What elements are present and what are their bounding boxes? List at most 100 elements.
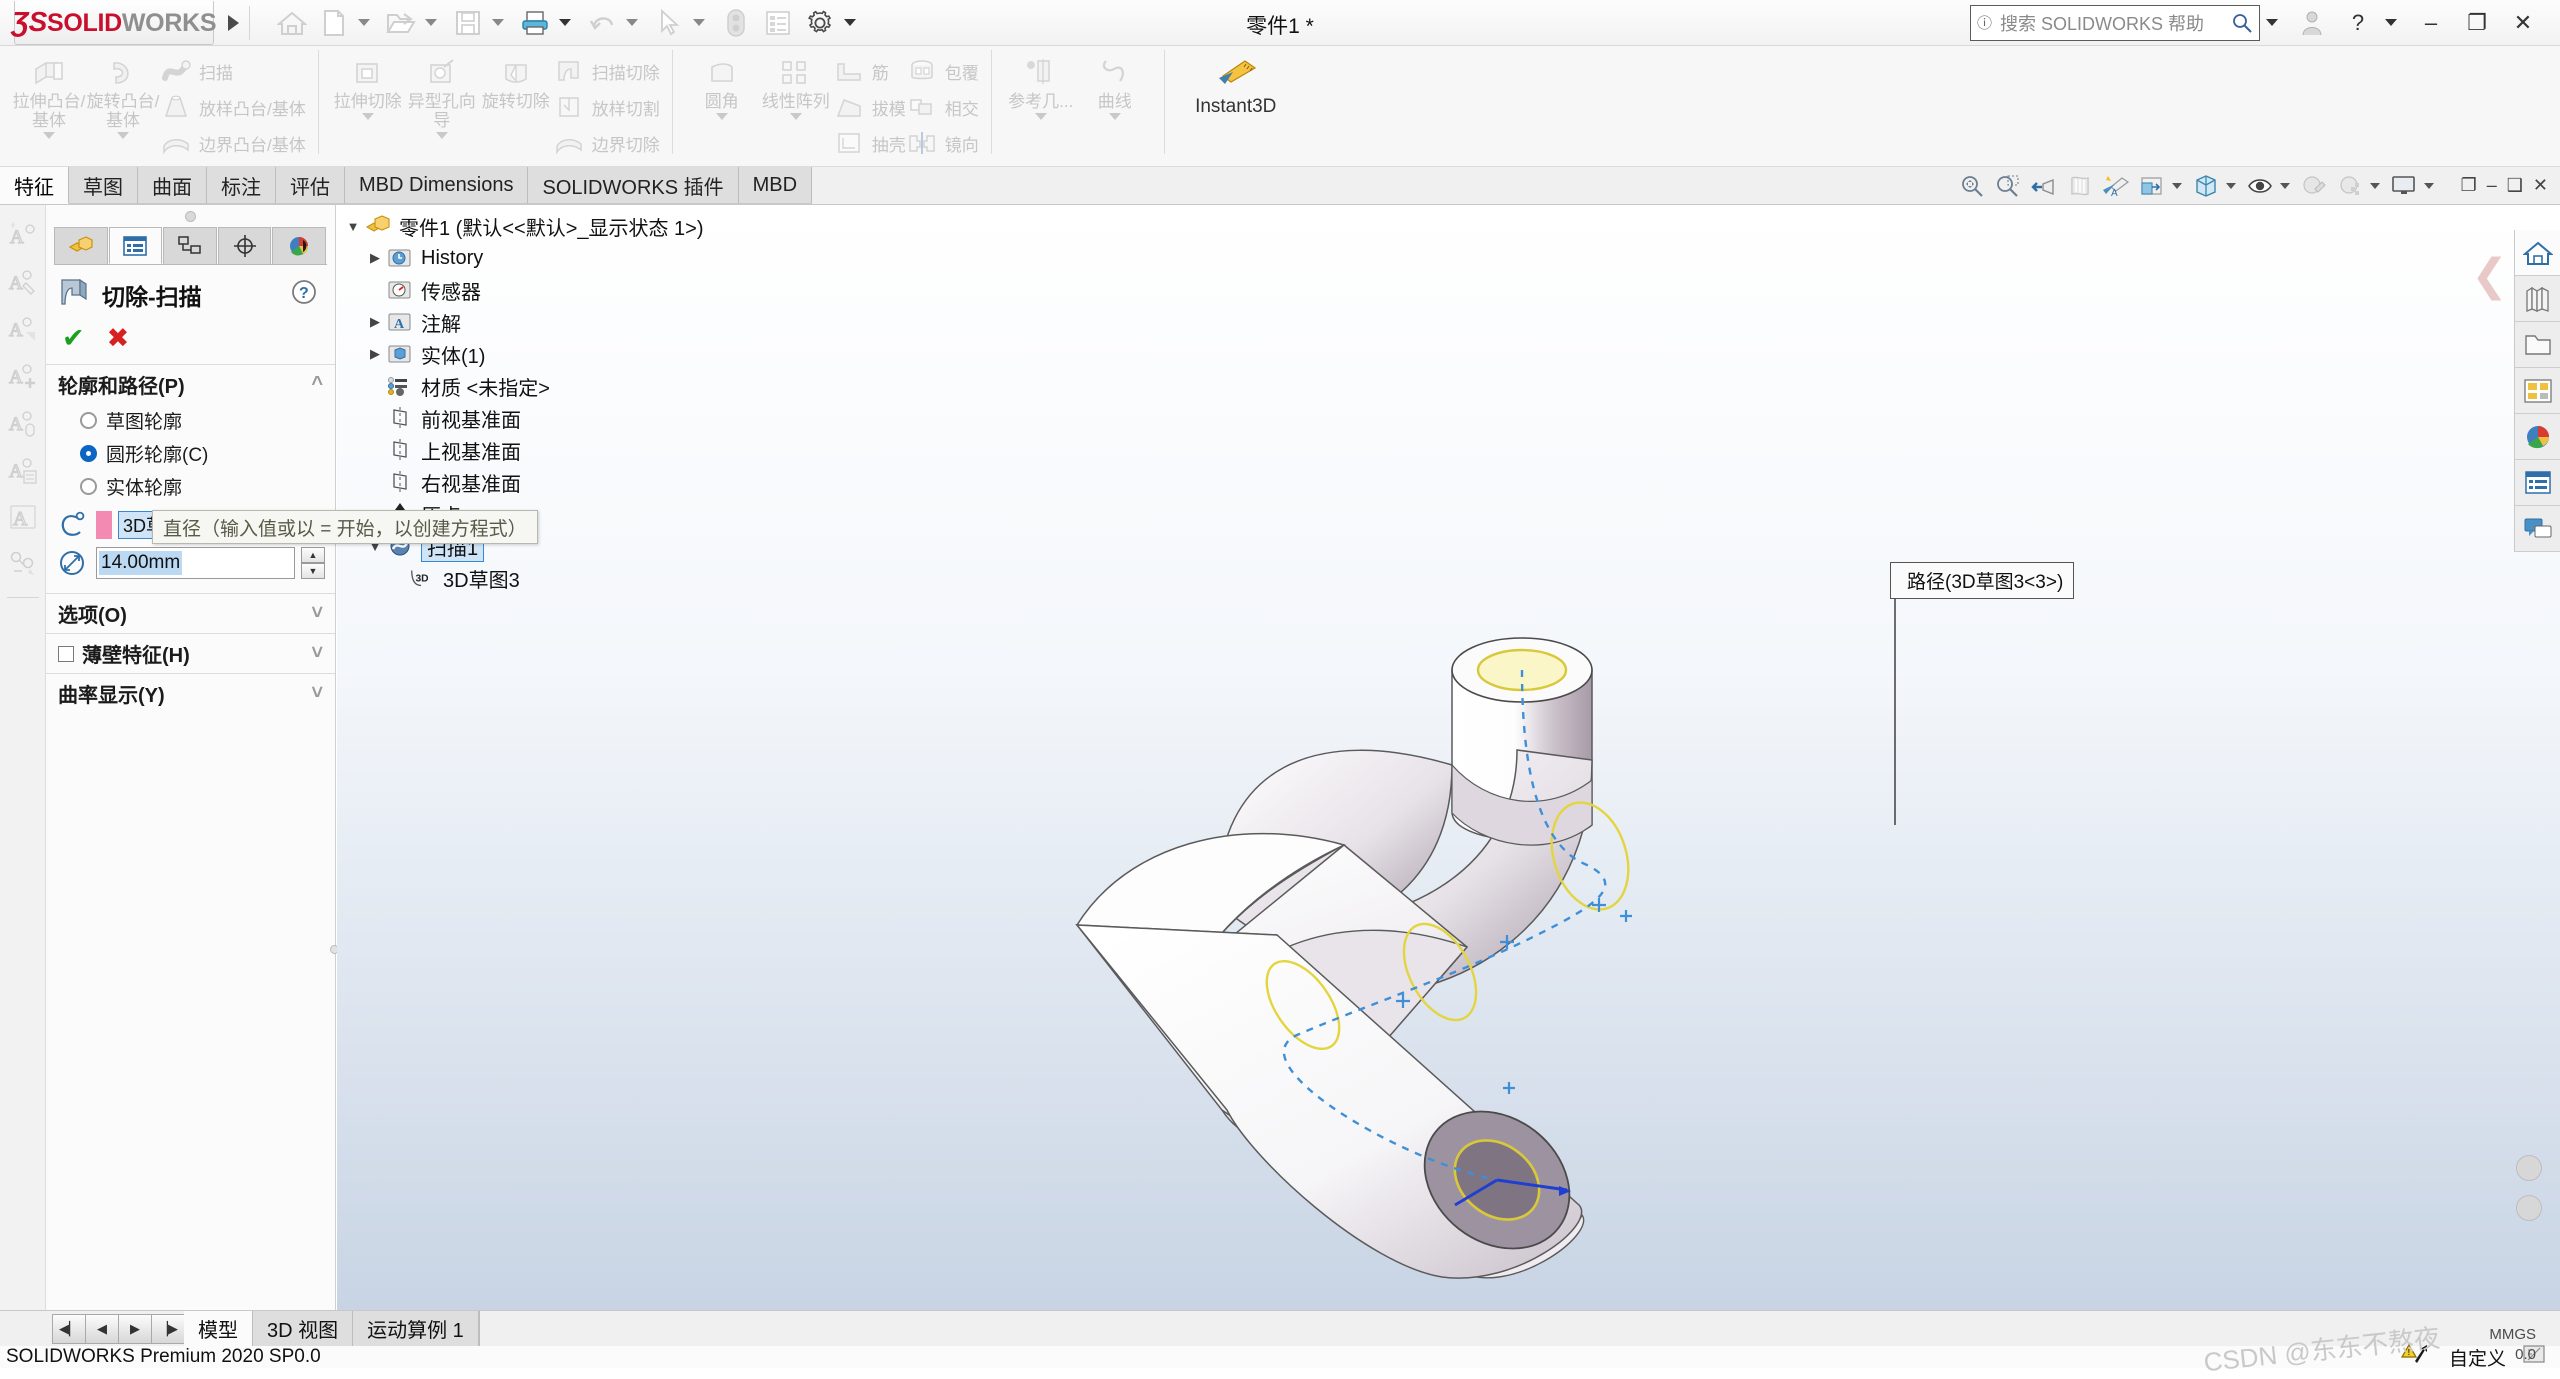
- tree-item-sensors[interactable]: 传感器: [342, 274, 772, 306]
- tree-item-front-plane[interactable]: 前视基准面: [342, 402, 772, 434]
- hole-wizard-button[interactable]: 异型孔向导: [405, 50, 479, 130]
- sweep-cut-button[interactable]: 扫描切除: [553, 54, 660, 88]
- nav-prev-button[interactable]: ◀: [85, 1313, 119, 1344]
- solidworks-forum-icon[interactable]: [2515, 506, 2560, 552]
- task-pane-expand-arrow-icon[interactable]: ❮: [2471, 250, 2508, 301]
- help-button[interactable]: ?: [2337, 3, 2379, 43]
- intersect-button[interactable]: 相交: [906, 90, 979, 124]
- tab-annotation[interactable]: 标注: [207, 167, 276, 204]
- appearances-scenes-icon[interactable]: [2515, 414, 2560, 460]
- mirror-button[interactable]: 镜向: [906, 126, 979, 160]
- diameter-spinner-up[interactable]: ▲: [301, 547, 325, 563]
- print-dropdown-icon[interactable]: [559, 19, 571, 26]
- tree-item-part[interactable]: ▼ 零件1 (默认<<默认>_显示状态 1>): [342, 210, 772, 242]
- custom-properties-icon[interactable]: [2515, 460, 2560, 506]
- edit-appearance-icon[interactable]: [2297, 169, 2331, 203]
- annotation-bubble-icon[interactable]: A: [5, 405, 41, 441]
- tab-features[interactable]: 特征: [0, 167, 69, 204]
- section-view-icon[interactable]: [2063, 169, 2097, 203]
- home-icon[interactable]: [272, 3, 312, 43]
- loft-cut-button[interactable]: 放样切割: [553, 90, 660, 124]
- radio-circular-profile-input[interactable]: [80, 445, 97, 462]
- accept-button[interactable]: ✔: [62, 323, 85, 354]
- dimxpert-manager-tab[interactable]: [217, 227, 272, 264]
- save-dropdown-icon[interactable]: [492, 19, 504, 26]
- annotation-note-icon[interactable]: A: [5, 452, 41, 488]
- tab-solidworks-addins[interactable]: SOLIDWORKS 插件: [528, 167, 739, 204]
- chevron-up-icon[interactable]: ^: [311, 373, 323, 396]
- extrude-boss-button[interactable]: 拉伸凸台/基体: [12, 50, 86, 130]
- bottom-tab-motion-study[interactable]: 运动算例 1: [353, 1311, 479, 1346]
- doc-restore-down-button[interactable]: ❐: [2461, 175, 2477, 196]
- shell-button[interactable]: 抽壳: [833, 126, 906, 160]
- select-cursor-icon[interactable]: [649, 3, 689, 43]
- options-list-icon[interactable]: [758, 3, 798, 43]
- curves-button[interactable]: 曲线: [1078, 50, 1152, 111]
- search-input[interactable]: 搜索 SOLIDWORKS 帮助: [2000, 10, 2223, 36]
- file-explorer-icon[interactable]: [2515, 322, 2560, 368]
- view-orientation-icon[interactable]: A: [2099, 169, 2133, 203]
- reference-geometry-dropdown-icon[interactable]: [1034, 113, 1047, 120]
- extrude-cut-button[interactable]: 拉伸切除: [331, 50, 405, 111]
- restore-button[interactable]: ❐: [2456, 3, 2498, 43]
- tree-item-annotations[interactable]: ▶ A 注解: [342, 306, 772, 338]
- boundary-cut-button[interactable]: 边界切除: [553, 126, 660, 160]
- radio-circular-profile[interactable]: 圆形轮廓(C): [46, 437, 335, 470]
- path-callout[interactable]: 路径(3D草图3<3>): [1890, 562, 2075, 599]
- tree-item-history[interactable]: ▶ History: [342, 242, 772, 274]
- boundary-boss-button[interactable]: 边界凸台/基体: [160, 126, 306, 160]
- tab-mbd[interactable]: MBD: [738, 167, 813, 204]
- help-dropdown-icon[interactable]: [2385, 19, 2397, 26]
- section-thin-feature[interactable]: 薄壁特征(H) ˅: [46, 633, 335, 673]
- radio-sketch-profile-input[interactable]: [80, 412, 97, 429]
- view-settings-icon[interactable]: [2387, 169, 2421, 203]
- tree-expand-arrow-icon[interactable]: ▼: [342, 219, 364, 234]
- viewport-corner-dot-2[interactable]: [2516, 1195, 2542, 1221]
- cancel-button[interactable]: ✖: [107, 323, 130, 354]
- apply-scene-dropdown-icon[interactable]: [2369, 182, 2380, 189]
- wrap-button[interactable]: 包覆: [906, 54, 979, 88]
- undo-icon[interactable]: [582, 3, 622, 43]
- extrude-cut-dropdown-icon[interactable]: [361, 113, 374, 120]
- view-orientation-dropdown-icon[interactable]: [2171, 182, 2182, 189]
- annotation-move-icon[interactable]: A: [5, 311, 41, 347]
- doc-maximize-button[interactable]: ❑: [2507, 175, 2523, 196]
- minimize-button[interactable]: –: [2410, 3, 2452, 43]
- loft-boss-button[interactable]: 放样凸台/基体: [160, 90, 306, 124]
- tree-item-sketch3d[interactable]: 3D 3D草图3: [342, 562, 772, 594]
- thin-feature-checkbox[interactable]: [58, 645, 74, 662]
- user-account-icon[interactable]: [2291, 3, 2333, 43]
- rib-button[interactable]: 筋: [833, 54, 906, 88]
- draft-button[interactable]: 拔模: [833, 90, 906, 124]
- search-icon[interactable]: [2231, 12, 2253, 34]
- curves-dropdown-icon[interactable]: [1108, 113, 1121, 120]
- revolve-cut-button[interactable]: 旋转切除: [479, 50, 553, 111]
- hide-show-items-icon[interactable]: [2243, 169, 2277, 203]
- tree-item-solid-bodies[interactable]: ▶ 实体(1): [342, 338, 772, 370]
- undo-dropdown-icon[interactable]: [626, 19, 638, 26]
- graphics-viewport[interactable]: 路径(3D草图3<3>) ▼ 零件1 (默认<<默认>_显示状态 1>) ▶ H…: [337, 205, 2560, 1310]
- extrude-boss-dropdown-icon[interactable]: [43, 132, 55, 139]
- section-curvature-display[interactable]: 曲率显示(Y) ˅: [46, 673, 335, 713]
- home-icon-task[interactable]: [2515, 230, 2560, 276]
- new-document-dropdown-icon[interactable]: [358, 19, 370, 26]
- annotation-hatch-icon[interactable]: A: [5, 499, 41, 535]
- panel-pin-dot-icon[interactable]: [185, 210, 196, 222]
- save-icon[interactable]: [448, 3, 488, 43]
- tab-sketch[interactable]: 草图: [69, 167, 138, 204]
- tree-item-top-plane[interactable]: 上视基准面: [342, 434, 772, 466]
- solidworks-logo[interactable]: ƷSSOLIDWORKS: [12, 0, 217, 45]
- display-manager-tab[interactable]: [272, 227, 326, 264]
- diameter-spinner[interactable]: ▲ ▼: [301, 547, 325, 579]
- doc-minimize-button[interactable]: –: [2487, 175, 2497, 196]
- nav-first-button[interactable]: ◀▏: [52, 1313, 86, 1344]
- chevron-down-icon-thin[interactable]: ˅: [311, 642, 323, 665]
- linear-pattern-dropdown-icon[interactable]: [789, 113, 802, 120]
- rebuild-icon[interactable]: [716, 3, 756, 43]
- diameter-input[interactable]: 14.00mm: [96, 547, 295, 579]
- warning-rebuild-icon[interactable]: !: [2400, 1343, 2435, 1371]
- print-icon[interactable]: [515, 3, 555, 43]
- revolve-boss-dropdown-icon[interactable]: [117, 132, 129, 139]
- help-question-icon[interactable]: ?: [289, 277, 319, 313]
- property-manager-tab[interactable]: [108, 227, 163, 264]
